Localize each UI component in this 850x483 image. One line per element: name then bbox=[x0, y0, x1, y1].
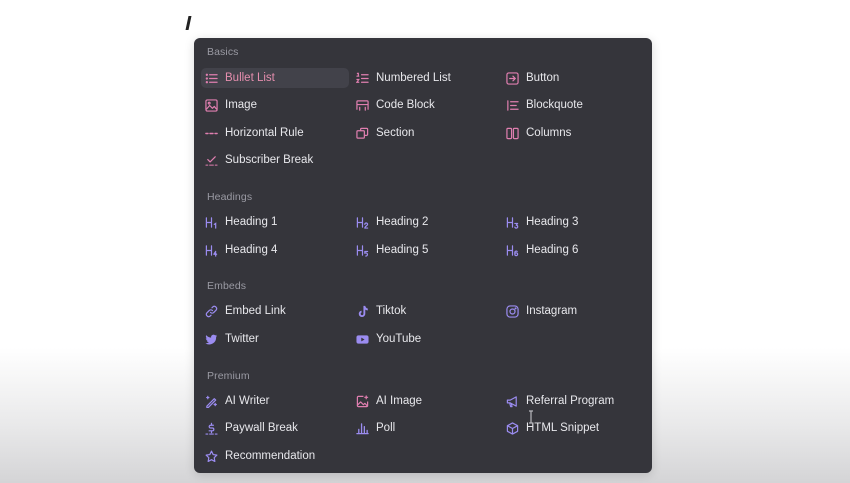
cube-icon bbox=[506, 421, 519, 435]
menu-item-image[interactable]: Image bbox=[205, 95, 257, 115]
menu-item-section[interactable]: Section bbox=[356, 123, 414, 143]
menu-item-label: Recommendation bbox=[225, 450, 316, 462]
menu-item-code-block[interactable]: Code Block bbox=[356, 95, 435, 115]
menu-item-paywall-break[interactable]: Paywall Break bbox=[205, 418, 298, 438]
menu-item-heading-6[interactable]: Heading 6 bbox=[506, 240, 578, 260]
menu-item-label: Heading 2 bbox=[376, 216, 429, 228]
menu-item-label: AI Writer bbox=[225, 395, 270, 407]
menu-item-twitter[interactable]: Twitter bbox=[205, 329, 259, 349]
twitter-icon bbox=[205, 333, 218, 346]
menu-item-label: Twitter bbox=[225, 333, 259, 345]
menu-item-ai-image[interactable]: AI Image bbox=[356, 391, 422, 411]
menu-item-label: Image bbox=[225, 99, 257, 111]
menu-item-label: Horizontal Rule bbox=[225, 127, 304, 139]
numbered-list-icon bbox=[356, 72, 369, 85]
heading-1-icon bbox=[205, 216, 218, 229]
menu-item-label: Heading 6 bbox=[526, 244, 579, 256]
heading-5-icon bbox=[356, 244, 369, 257]
horizontal-rule-icon bbox=[205, 127, 218, 140]
menu-item-label: Poll bbox=[376, 422, 396, 434]
columns-icon bbox=[506, 127, 519, 140]
tiktok-icon bbox=[356, 305, 369, 318]
menu-item-numbered-list[interactable]: Numbered List bbox=[356, 68, 451, 88]
menu-item-horizontal-rule[interactable]: Horizontal Rule bbox=[205, 123, 304, 143]
menu-item-label: YouTube bbox=[376, 333, 422, 345]
instagram-icon bbox=[506, 304, 519, 318]
menu-item-label: Heading 5 bbox=[376, 244, 429, 256]
slash-command-menu: Basics Bullet List Numbered List Button … bbox=[194, 38, 652, 473]
menu-item-instagram[interactable]: Instagram bbox=[506, 301, 577, 321]
menu-item-label: Tiktok bbox=[376, 305, 407, 317]
menu-item-label: AI Image bbox=[376, 395, 423, 407]
menu-item-heading-1[interactable]: Heading 1 bbox=[205, 212, 277, 232]
menu-item-referral-program[interactable]: Referral Program bbox=[506, 391, 614, 411]
section-label-premium: Premium bbox=[207, 370, 250, 382]
image-icon bbox=[205, 98, 218, 112]
subscriber-break-icon bbox=[205, 154, 218, 167]
menu-item-label: Button bbox=[526, 72, 560, 84]
menu-item-html-snippet[interactable]: HTML Snippet bbox=[506, 418, 599, 438]
button-icon bbox=[506, 71, 519, 85]
i-beam-cursor-icon bbox=[528, 410, 533, 424]
poll-icon bbox=[356, 422, 369, 435]
menu-item-label: Numbered List bbox=[376, 72, 451, 84]
section-label-basics: Basics bbox=[207, 46, 239, 58]
menu-item-label: Heading 4 bbox=[225, 244, 278, 256]
menu-item-ai-writer[interactable]: AI Writer bbox=[205, 391, 270, 411]
menu-item-embed-link[interactable]: Embed Link bbox=[205, 301, 286, 321]
bullet-list-icon bbox=[205, 72, 218, 85]
menu-item-label: Columns bbox=[526, 127, 572, 139]
menu-item-heading-2[interactable]: Heading 2 bbox=[356, 212, 428, 232]
menu-item-heading-4[interactable]: Heading 4 bbox=[205, 240, 277, 260]
menu-item-subscriber-break[interactable]: Subscriber Break bbox=[205, 150, 313, 170]
heading-2-icon bbox=[356, 216, 369, 229]
code-block-icon bbox=[356, 99, 369, 112]
heading-6-icon bbox=[506, 244, 519, 257]
menu-item-bullet-list[interactable]: Bullet List bbox=[201, 68, 349, 88]
section-icon bbox=[356, 127, 369, 140]
youtube-icon bbox=[356, 333, 369, 346]
section-label-headings: Headings bbox=[207, 191, 253, 203]
heading-3-icon bbox=[506, 216, 519, 229]
link-icon bbox=[205, 305, 218, 318]
menu-item-blockquote[interactable]: Blockquote bbox=[506, 95, 583, 115]
megaphone-icon bbox=[506, 395, 519, 408]
menu-item-label: Section bbox=[376, 127, 415, 139]
menu-item-poll[interactable]: Poll bbox=[356, 418, 395, 438]
section-label-embeds: Embeds bbox=[207, 280, 247, 292]
menu-item-button[interactable]: Button bbox=[506, 68, 559, 88]
menu-item-label: Subscriber Break bbox=[225, 154, 314, 166]
menu-item-recommendation[interactable]: Recommendation bbox=[205, 446, 315, 466]
menu-item-label: HTML Snippet bbox=[526, 422, 600, 434]
menu-item-label: Referral Program bbox=[526, 395, 615, 407]
menu-item-label: Heading 3 bbox=[526, 216, 579, 228]
menu-item-label: Code Block bbox=[376, 99, 435, 111]
ai-writer-icon bbox=[205, 395, 218, 408]
heading-4-icon bbox=[205, 244, 218, 257]
menu-item-label: Blockquote bbox=[526, 99, 583, 111]
dollar-icon bbox=[205, 422, 218, 435]
menu-item-youtube[interactable]: YouTube bbox=[356, 329, 421, 349]
blockquote-icon bbox=[506, 99, 519, 112]
menu-item-columns[interactable]: Columns bbox=[506, 123, 571, 143]
text-cursor bbox=[185, 16, 192, 30]
menu-item-label: Instagram bbox=[526, 305, 578, 317]
menu-item-heading-3[interactable]: Heading 3 bbox=[506, 212, 578, 232]
menu-item-label: Paywall Break bbox=[225, 422, 298, 434]
menu-item-label: Bullet List bbox=[225, 72, 275, 84]
ai-image-icon bbox=[356, 394, 369, 408]
menu-item-heading-5[interactable]: Heading 5 bbox=[356, 240, 428, 260]
menu-item-label: Embed Link bbox=[225, 305, 286, 317]
menu-item-tiktok[interactable]: Tiktok bbox=[356, 301, 406, 321]
star-icon bbox=[205, 450, 218, 463]
menu-item-label: Heading 1 bbox=[225, 216, 278, 228]
